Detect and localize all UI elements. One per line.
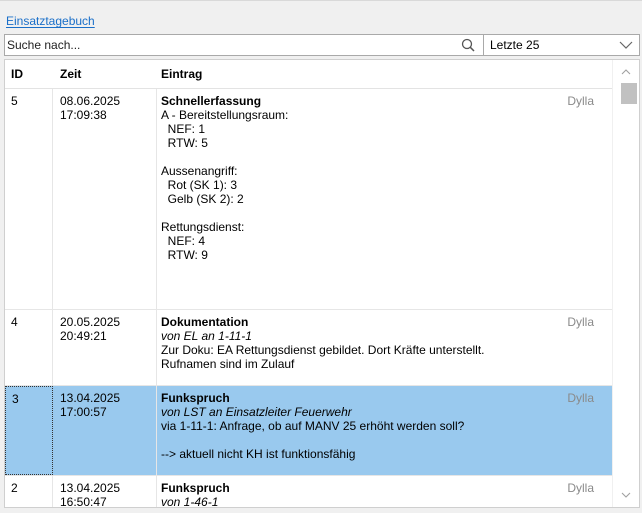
row-clock: 20:49:21 xyxy=(60,329,107,343)
vertical-scrollbar[interactable] xyxy=(612,60,639,507)
entry-line: Aussenangriff: xyxy=(161,164,238,178)
row-id: 4 xyxy=(5,310,53,385)
entry-sender: von EL an 1-11-1 xyxy=(161,329,252,343)
entry-user: Dylla xyxy=(567,94,594,108)
row-clock: 16:50:47 xyxy=(60,495,107,508)
panel-title[interactable]: Einsatztagebuch xyxy=(6,14,95,28)
entry-user: Dylla xyxy=(567,391,594,405)
entry-line: A - Bereitstellungsraum: xyxy=(161,108,289,122)
entry-line: Rot (SK 1): 3 xyxy=(161,178,238,192)
entry-line: Rufnamen sind im Zulauf xyxy=(161,357,295,371)
chevron-down-icon[interactable] xyxy=(621,492,631,499)
row-date: 20.05.2025 xyxy=(60,315,121,329)
row-entry: Funkspruch von LST an Einsatzleiter Feue… xyxy=(157,386,612,461)
column-header-entry[interactable]: Eintrag xyxy=(161,67,202,81)
chevron-down-icon[interactable] xyxy=(619,40,633,50)
entry-line: RTW: 5 xyxy=(161,136,208,150)
search-icon[interactable] xyxy=(461,38,475,52)
entry-line: Zur Doku: EA Rettungsdienst gebildet. Do… xyxy=(161,343,485,357)
row-entry: Dokumentation von EL an 1-11-1 Zur Doku:… xyxy=(157,310,612,371)
row-clock: 17:00:57 xyxy=(60,405,107,419)
row-entry: Schnellerfassung A - Bereitstellungsraum… xyxy=(157,89,612,262)
entry-sender: von 1-46-1 xyxy=(161,495,219,508)
entry-line: RTW: 9 xyxy=(161,248,208,262)
entry-line: NEF: 1 xyxy=(161,122,206,136)
table-row[interactable]: 5 08.06.2025 17:09:38 Schnellerfassung A… xyxy=(5,89,612,310)
row-id: 3 xyxy=(5,386,53,475)
entry-line xyxy=(161,206,612,220)
entry-user: Dylla xyxy=(567,481,594,495)
entry-line: --> aktuell nicht KH ist funktionsfähig xyxy=(161,447,356,461)
filter-dropdown[interactable]: Letzte 25 xyxy=(484,34,640,56)
column-header-time[interactable]: Zeit xyxy=(60,67,81,81)
entry-line xyxy=(161,150,612,164)
table-rows: 5 08.06.2025 17:09:38 Schnellerfassung A… xyxy=(5,89,612,508)
entry-line xyxy=(161,433,612,447)
entry-line: Rettungsdienst: xyxy=(161,220,245,234)
entry-title: Funkspruch xyxy=(161,391,230,405)
entry-line: via 1-11-1: Anfrage, ob auf MANV 25 erhö… xyxy=(161,419,465,433)
row-time: 13.04.2025 17:00:57 xyxy=(53,386,157,475)
entry-title: Dokumentation xyxy=(161,315,249,329)
column-header-id[interactable]: ID xyxy=(11,67,23,81)
search-bar: Letzte 25 xyxy=(4,34,640,56)
entry-title: Schnellerfassung xyxy=(161,94,262,108)
entry-user: Dylla xyxy=(567,315,594,329)
row-id: 5 xyxy=(5,89,53,309)
entry-line: Gelb (SK 2): 2 xyxy=(161,192,244,206)
search-box xyxy=(4,34,484,56)
row-time: 13.04.2025 16:50:47 xyxy=(53,476,157,508)
journal-table: ID Zeit Eintrag 5 08.06.2025 17:09:38 Sc… xyxy=(4,59,640,508)
table-header: ID Zeit Eintrag xyxy=(5,60,612,89)
entry-title: Funkspruch xyxy=(161,481,230,495)
table-row[interactable]: 4 20.05.2025 20:49:21 Dokumentation von … xyxy=(5,310,612,386)
row-time: 20.05.2025 20:49:21 xyxy=(53,310,157,385)
top-border xyxy=(0,0,642,7)
filter-value: Letzte 25 xyxy=(490,38,540,52)
row-date: 13.04.2025 xyxy=(60,391,121,405)
search-input[interactable] xyxy=(5,35,455,55)
row-date: 08.06.2025 xyxy=(60,94,121,108)
row-clock: 17:09:38 xyxy=(60,108,107,122)
entry-line: NEF: 4 xyxy=(161,234,206,248)
chevron-up-icon[interactable] xyxy=(621,68,631,75)
row-entry: Funkspruch von 1-46-1 xyxy=(157,476,612,508)
row-time: 08.06.2025 17:09:38 xyxy=(53,89,157,309)
row-id: 2 xyxy=(5,476,53,507)
entry-sender: von LST an Einsatzleiter Feuerwehr xyxy=(161,405,352,419)
row-date: 13.04.2025 xyxy=(60,481,121,495)
table-row[interactable]: 2 13.04.2025 16:50:47 Funkspruch von 1-4… xyxy=(5,476,612,508)
table-row-selected[interactable]: 3 13.04.2025 17:00:57 Funkspruch von LST… xyxy=(5,386,612,476)
scrollbar-thumb[interactable] xyxy=(621,83,637,104)
